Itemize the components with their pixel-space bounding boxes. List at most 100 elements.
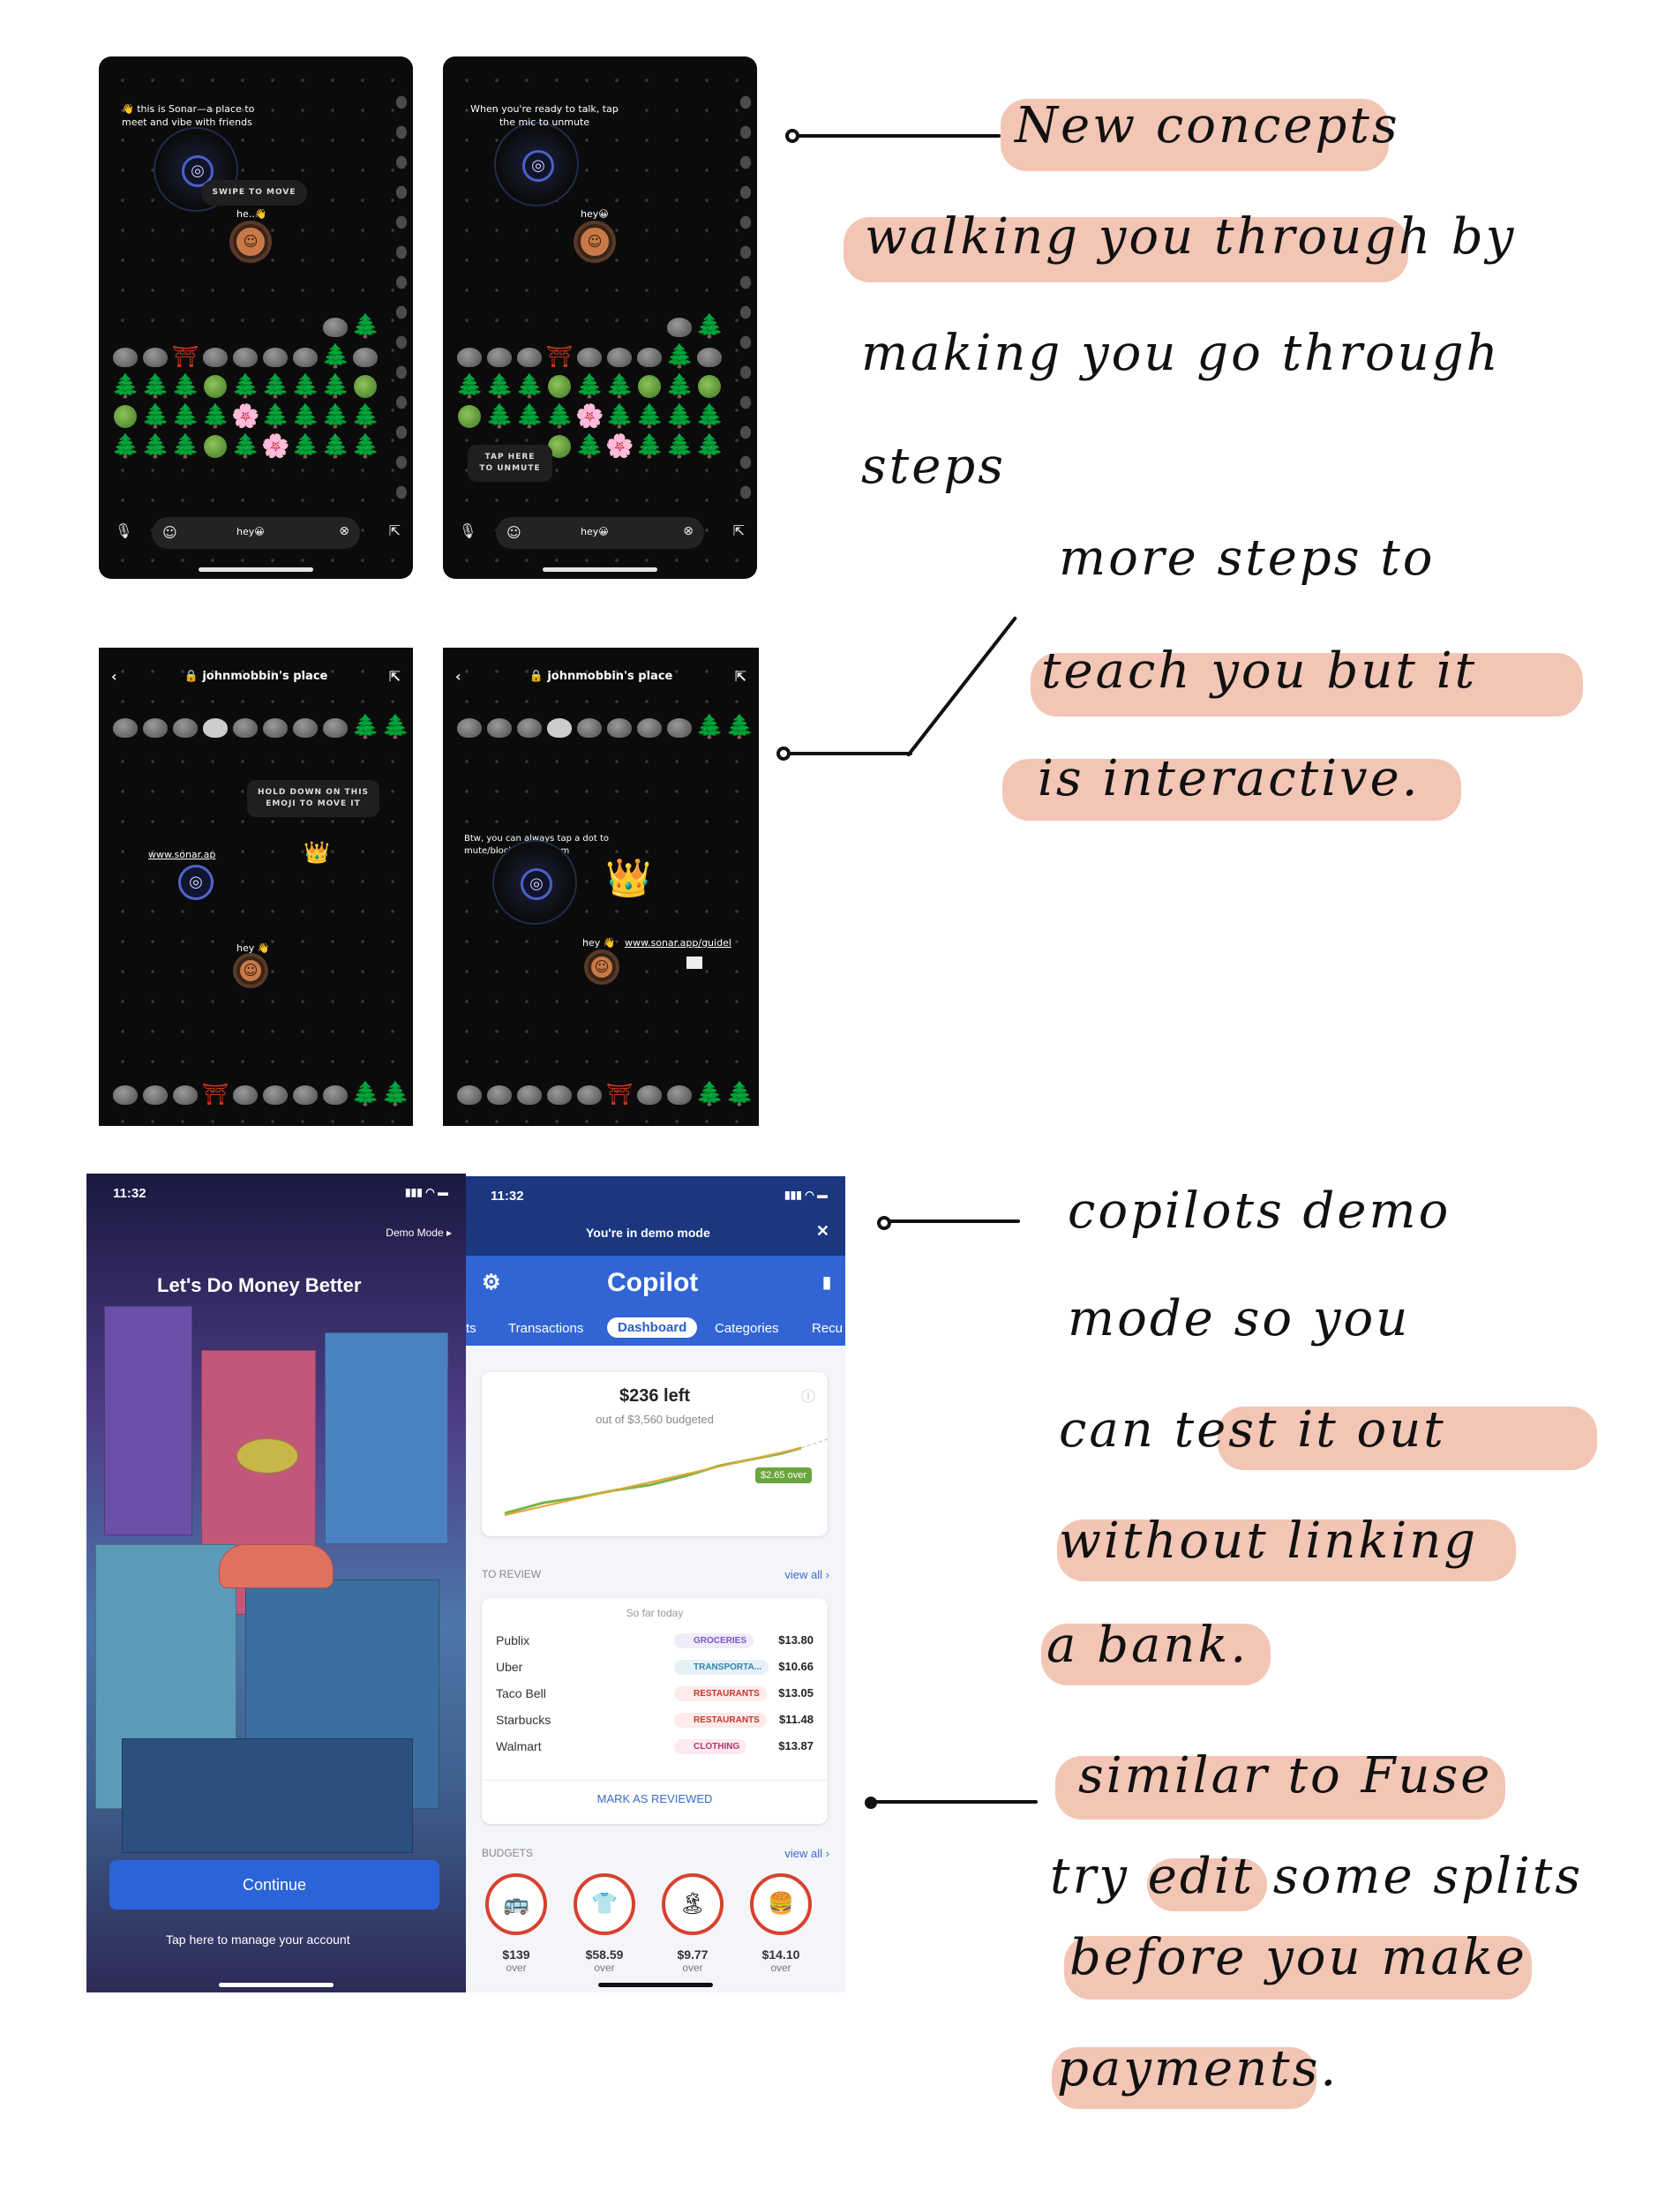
manage-account-link[interactable]: Tap here to manage your account <box>166 1932 350 1947</box>
note-line: mode so you <box>1068 1290 1411 1347</box>
budget-item[interactable]: 👕 $58.59 over <box>572 1873 637 1974</box>
tab-dashboard[interactable]: Dashboard <box>607 1317 698 1338</box>
chat-icon[interactable]: ▮ <box>822 1273 831 1292</box>
share-icon[interactable]: ⇱ <box>389 522 401 539</box>
emoji-icon[interactable]: ☺ <box>506 524 521 541</box>
chat-input-text: hey😀 <box>236 526 265 537</box>
category-badge[interactable]: CLOTHING <box>674 1739 747 1754</box>
user-bubble: hey 👋 <box>236 942 270 954</box>
building-illustration <box>104 1306 192 1535</box>
intro-text: When you're ready to talk, tap the mic t… <box>470 103 619 128</box>
table-row[interactable]: Taco Bell RESTAURANTS $13.05 <box>496 1681 814 1707</box>
continue-button[interactable]: Continue <box>109 1860 439 1910</box>
building-illustration <box>325 1332 448 1544</box>
user-bubble: hey 👋 <box>582 937 616 949</box>
back-icon[interactable]: ‹ <box>111 664 117 690</box>
emoji-icon[interactable]: ☺ <box>162 524 177 541</box>
projection-line <box>800 1438 828 1449</box>
table-row[interactable]: Uber TRANSPORTA... $10.66 <box>496 1654 814 1681</box>
demo-banner: 11:32 ▮▮▮ ◠ ▬ You're in demo mode ✕ <box>466 1176 845 1256</box>
tab-accounts[interactable]: ts <box>466 1321 476 1336</box>
mic-icon[interactable]: 🎙 <box>459 522 476 539</box>
home-indicator <box>543 567 657 572</box>
category-badge[interactable]: RESTAURANTS <box>674 1686 767 1701</box>
rock-icon <box>323 318 348 337</box>
place-header: ‹ 🔒 johnmobbin's place ⇱ <box>443 664 759 690</box>
table-row[interactable]: Publix GROCERIES $13.80 <box>496 1628 814 1654</box>
amount: $10.66 <box>778 1660 814 1673</box>
budget-item[interactable]: 🏝 $9.77 over <box>660 1873 725 1974</box>
note-line: New concepts <box>1015 97 1400 154</box>
budget-value: $139 <box>502 1947 530 1962</box>
close-icon[interactable]: ✕ <box>816 1222 829 1241</box>
budget-sub: over <box>770 1962 791 1974</box>
crown-icon[interactable]: 👑 <box>304 840 330 865</box>
burger-icon: 🍔 <box>750 1873 812 1935</box>
share-icon[interactable]: ⇱ <box>735 664 746 690</box>
user-avatar[interactable]: ☺ <box>577 224 612 259</box>
share-icon[interactable]: ⇱ <box>733 522 745 539</box>
user-avatar[interactable]: ☺ <box>236 957 265 985</box>
user-avatar[interactable]: ☺ <box>233 224 268 259</box>
flower-icon: 🌸 <box>231 403 260 430</box>
budget-item[interactable]: 🚌 $139 over <box>484 1873 549 1974</box>
rock-edge <box>736 92 755 499</box>
note-line: payments. <box>1057 2040 1339 2097</box>
guidelines-link[interactable]: www.sonar.app/guidel <box>625 937 731 949</box>
torii-icon: ⛩ <box>545 344 574 369</box>
shirt-icon: 👕 <box>574 1873 635 1935</box>
tab-categories[interactable]: Categories <box>715 1321 779 1336</box>
chat-input-text: hey😀 <box>581 526 609 537</box>
note-line: a bank. <box>1046 1617 1249 1674</box>
demo-mode-link[interactable]: Demo Mode ▸ <box>386 1227 452 1239</box>
category-badge[interactable]: GROCERIES <box>674 1633 754 1648</box>
category-badge[interactable]: TRANSPORTA... <box>674 1660 769 1675</box>
back-icon[interactable]: ‹ <box>455 664 461 690</box>
crown-icon[interactable]: 👑 <box>605 856 651 900</box>
gear-icon[interactable]: ⚙ <box>482 1270 501 1295</box>
sonar-orb[interactable]: ◎ <box>492 840 577 925</box>
rock-edge <box>392 92 411 499</box>
tab-transactions[interactable]: Transactions <box>508 1321 583 1336</box>
user-bubble: he..👋 <box>236 208 267 220</box>
unmute-hint[interactable]: TAP HERE TO UNMUTE <box>468 445 552 482</box>
chat-input[interactable]: ☺ hey😀 ⊗ <box>152 517 360 549</box>
sonar-dot-icon[interactable]: ◎ <box>178 865 214 900</box>
tab-recurring[interactable]: Recu <box>812 1321 843 1336</box>
budget-item[interactable]: 🍔 $14.10 over <box>748 1873 814 1974</box>
view-all-link[interactable]: view all › <box>784 1568 829 1581</box>
status-time: 11:32 <box>113 1186 146 1201</box>
share-icon[interactable]: ⇱ <box>389 664 401 690</box>
status-time: 11:32 <box>491 1189 524 1204</box>
mark-reviewed-button[interactable]: MARK AS REVIEWED <box>482 1792 828 1805</box>
copilot-welcome-screen: 11:32 ▮▮▮ ◠ ▬ Demo Mode ▸ Let's Do Money… <box>86 1174 466 1992</box>
clear-icon[interactable]: ⊗ <box>339 524 349 538</box>
sign-link[interactable]: www.sonar.ap <box>148 849 215 860</box>
budget-sub: over <box>506 1962 527 1974</box>
chat-input[interactable]: ☺ hey😀 ⊗ <box>496 517 704 549</box>
budgets-label: BUDGETS <box>482 1847 534 1859</box>
connector-line <box>875 1800 1038 1804</box>
spending-line-chart <box>504 1438 828 1516</box>
table-row[interactable]: Walmart CLOTHING $13.87 <box>496 1734 814 1760</box>
amount: $13.05 <box>778 1686 814 1700</box>
clear-icon[interactable]: ⊗ <box>683 524 694 538</box>
place-title: 🔒 johnmobbin's place <box>184 670 328 683</box>
category-badge[interactable]: RESTAURANTS <box>674 1713 767 1728</box>
user-avatar[interactable]: ☺ <box>588 953 616 981</box>
table-row[interactable]: Starbucks RESTAURANTS $11.48 <box>496 1707 814 1734</box>
mic-icon[interactable]: 🎙 <box>115 522 132 539</box>
sneaker-illustration <box>219 1544 334 1588</box>
home-indicator <box>219 1983 334 1987</box>
budgets-view-all-link[interactable]: view all › <box>784 1847 829 1860</box>
budget-sub: over <box>682 1962 703 1974</box>
top-row: 🌲 🌲 <box>111 713 409 741</box>
budget-card[interactable]: $236 left out of $3,560 budgeted ⓘ $2.65… <box>482 1372 828 1536</box>
home-indicator <box>598 1983 713 1987</box>
sonar-orb[interactable]: ◎ <box>494 122 579 206</box>
sign-icon <box>686 957 702 969</box>
swipe-hint: SWIPE TO MOVE <box>201 180 307 206</box>
demo-banner-text: You're in demo mode <box>586 1226 710 1240</box>
connector-line <box>905 615 1018 758</box>
merchant-name: Starbucks <box>496 1713 551 1727</box>
